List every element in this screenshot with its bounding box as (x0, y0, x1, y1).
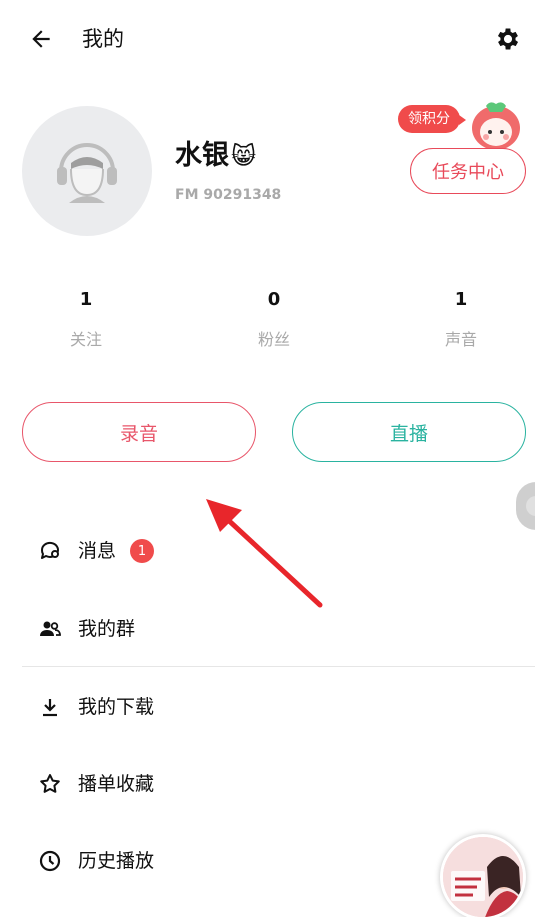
clock-icon (38, 849, 62, 873)
record-button[interactable]: 录音 (22, 402, 256, 462)
profile-stats: 1 关注 0 粉丝 1 声音 (0, 286, 535, 356)
stat-followers-label: 粉丝 (257, 330, 290, 349)
stat-following-label: 关注 (69, 330, 102, 349)
star-icon (38, 772, 62, 796)
username: 水银 😸 (175, 138, 256, 174)
menu-item-playlist-favorites[interactable]: 播单收藏 (0, 756, 535, 812)
menu-item-my-groups[interactable]: 我的群 (0, 601, 535, 657)
menu-label-my-groups: 我的群 (78, 618, 136, 640)
arrow-left-icon (32, 30, 50, 48)
menu-divider (22, 666, 535, 667)
gear-icon (497, 28, 519, 50)
menu-item-downloads[interactable]: 我的下载 (0, 679, 535, 735)
stat-followers-value: 0 (267, 289, 281, 310)
group-icon (38, 617, 62, 641)
now-playing-thumbnail[interactable] (440, 834, 526, 917)
avatar[interactable] (22, 106, 152, 236)
unread-count-badge: 1 (130, 539, 154, 563)
side-handle-dot-icon (526, 496, 535, 516)
cat-emoji-icon: 😸 (231, 142, 257, 170)
menu-label-downloads: 我的下载 (78, 696, 155, 718)
menu-label-history: 历史播放 (78, 850, 155, 872)
live-button[interactable]: 直播 (292, 402, 526, 462)
stat-following-value: 1 (79, 289, 93, 310)
top-bar: 我的 (0, 0, 535, 80)
back-button[interactable] (26, 24, 56, 54)
fm-id: FM 90291348 (175, 187, 282, 203)
menu-label-playlist-favorites: 播单收藏 (78, 773, 155, 795)
claim-points-badge[interactable]: 领积分 (398, 105, 466, 133)
stat-sounds-label: 声音 (444, 330, 477, 349)
chat-bubble-icon (38, 539, 62, 563)
stat-followers[interactable]: 0 粉丝 (214, 286, 334, 354)
menu-label-messages: 消息 (78, 540, 117, 562)
lychee-mascot-icon[interactable] (466, 100, 524, 152)
stat-sounds-value: 1 (454, 289, 468, 310)
stat-following[interactable]: 1 关注 (26, 286, 146, 354)
menu-item-messages[interactable]: 消息 1 (0, 523, 535, 579)
settings-button[interactable] (493, 24, 523, 54)
username-text: 水银 (175, 140, 229, 171)
download-icon (38, 695, 62, 719)
default-avatar-headphones-icon (51, 135, 123, 207)
page-title: 我的 (82, 27, 124, 51)
task-center-button[interactable]: 任务中心 (410, 148, 526, 194)
stat-sounds[interactable]: 1 声音 (401, 286, 521, 354)
now-playing-cover-icon (443, 837, 523, 917)
